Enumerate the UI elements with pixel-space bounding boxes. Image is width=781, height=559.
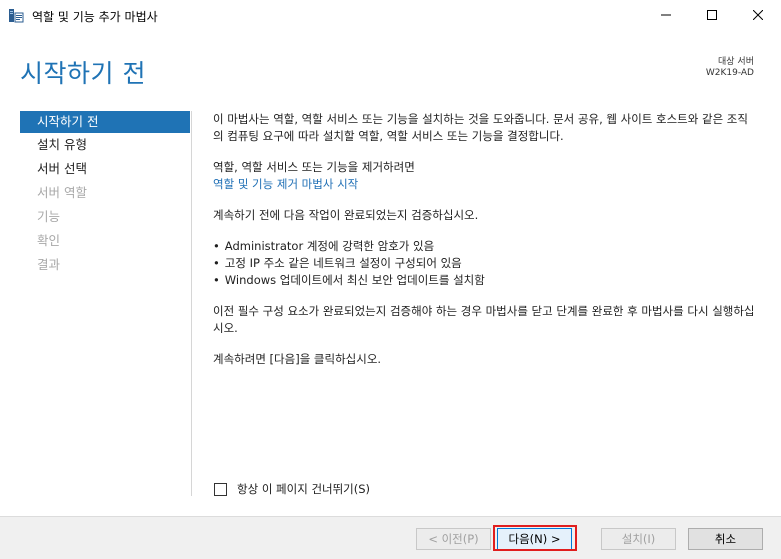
wizard-footer: < 이전(P) 다음(N) > 설치(I) 취소: [0, 516, 781, 559]
skip-page-checkbox[interactable]: [214, 482, 227, 496]
nav-item-installation-type[interactable]: 설치 유형: [20, 133, 190, 157]
destination-server-label: 대상 서버: [718, 57, 754, 67]
remove-section: 역할, 역할 서비스 또는 기능을 제거하려면 역할 및 기능 제거 마법사 시…: [213, 159, 758, 193]
next-button[interactable]: 다음(N) >: [497, 528, 572, 550]
nav-divider: [191, 111, 192, 496]
minimize-button[interactable]: [643, 0, 689, 31]
title-bar: 역할 및 기능 추가 마법사: [0, 0, 781, 31]
wizard-header: 시작하기 전 대상 서버 W2K19-AD: [0, 31, 781, 101]
close-icon: [752, 9, 764, 23]
destination-server-value: W2K19-AD: [705, 68, 754, 78]
prerequisite-list: Administrator 계정에 강력한 암호가 있음 고정 IP 주소 같은…: [213, 238, 758, 289]
page-title: 시작하기 전: [20, 59, 146, 88]
skip-page-option[interactable]: 항상 이 페이지 건너뛰기(S): [214, 481, 370, 497]
previous-button[interactable]: < 이전(P): [416, 528, 491, 550]
window-title: 역할 및 기능 추가 마법사: [32, 10, 158, 24]
intro-text: 이 마법사는 역할, 역할 서비스 또는 기능을 설치하는 것을 도와줍니다. …: [213, 112, 748, 143]
maximize-icon: [707, 9, 717, 23]
close-button[interactable]: [735, 0, 781, 31]
install-button[interactable]: 설치(I): [601, 528, 676, 550]
nav-item-results: 결과: [37, 257, 61, 272]
nav-item-server-roles: 서버 역할: [37, 185, 87, 200]
continue-text: 계속하려면 [다음]을 클릭하십시오.: [213, 352, 382, 366]
prerequisite-text: 이전 필수 구성 요소가 완료되었는지 검증해야 하는 경우 마법사를 닫고 단…: [213, 304, 755, 335]
nav-item-confirmation: 확인: [37, 233, 61, 248]
nav-item-server-selection[interactable]: 서버 선택: [20, 157, 190, 181]
wizard-content: 이 마법사는 역할, 역할 서비스 또는 기능을 설치하는 것을 도와줍니다. …: [213, 111, 758, 382]
remove-text: 역할, 역할 서비스 또는 기능을 제거하려면: [213, 160, 415, 174]
cancel-button[interactable]: 취소: [688, 528, 763, 550]
list-item: Administrator 계정에 강력한 암호가 있음: [213, 238, 758, 255]
minimize-icon: [661, 9, 671, 23]
nav-item-features: 기능: [37, 209, 61, 224]
wizard-nav: 시작하기 전 설치 유형 서버 선택 서버 역할 기능 확인 결과: [20, 111, 190, 277]
verify-text: 계속하기 전에 다음 작업이 완료되었는지 검증하십시오.: [213, 208, 479, 222]
list-item: 고정 IP 주소 같은 네트워크 설정이 구성되어 있음: [213, 255, 758, 272]
skip-page-label: 항상 이 페이지 건너뛰기(S): [237, 482, 371, 496]
list-item: Windows 업데이트에서 최신 보안 업데이트를 설치함: [213, 272, 758, 289]
remove-wizard-link[interactable]: 역할 및 기능 제거 마법사 시작: [213, 177, 358, 191]
server-manager-icon: [8, 8, 24, 23]
maximize-button[interactable]: [689, 0, 735, 31]
nav-item-before-you-begin[interactable]: 시작하기 전: [20, 111, 190, 133]
